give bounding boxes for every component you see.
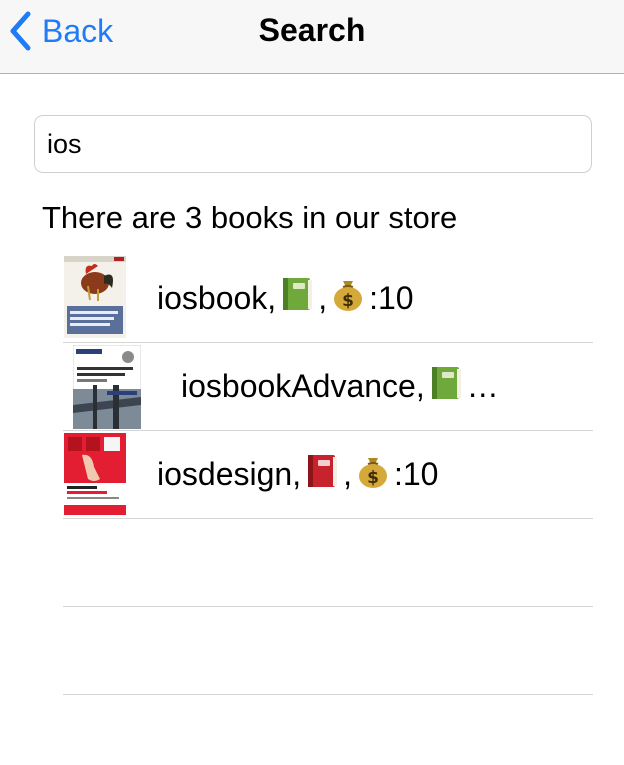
back-button[interactable]: Back (8, 10, 113, 52)
table-row[interactable]: iosdesign, , $ :10 (63, 431, 593, 519)
separator-comma: , (318, 279, 328, 316)
table-row[interactable]: iosbookAdvance, … (63, 343, 593, 431)
table-row[interactable]: iosbook, , $ :10 (63, 254, 593, 343)
price-label: :10 (369, 279, 414, 316)
svg-text:$: $ (367, 468, 379, 488)
book-cover-image (64, 256, 126, 338)
back-label: Back (42, 12, 114, 49)
green-book-icon (280, 276, 314, 320)
svg-text:$: $ (342, 291, 354, 311)
book-cover-image (73, 345, 141, 429)
book-title: iosbookAdvance, (181, 368, 425, 404)
book-cover-image (64, 433, 126, 515)
book-cell-label: iosdesign, , $ :10 (157, 431, 438, 518)
book-title: iosdesign, (157, 456, 302, 492)
green-book-icon (429, 365, 463, 409)
truncation-ellipsis: … (466, 368, 499, 404)
book-cell-label: iosbookAdvance, … (181, 343, 499, 430)
money-bag-icon: $ (331, 276, 365, 320)
book-table: iosbook, , $ :10 iosbookAdvance, … iosde… (63, 254, 593, 695)
search-input[interactable] (34, 115, 592, 173)
price-label: :10 (393, 456, 439, 492)
separator-comma: , (343, 456, 352, 492)
red-book-icon (305, 453, 339, 497)
money-bag-icon: $ (356, 453, 390, 497)
book-title: iosbook, (157, 279, 277, 316)
empty-table-row (63, 607, 593, 695)
chevron-left-icon (8, 11, 32, 51)
navigation-bar: Back Search (0, 0, 624, 74)
empty-table-row (63, 519, 593, 607)
book-cell-label: iosbook, , $ :10 (157, 254, 414, 342)
results-summary: There are 3 books in our store (42, 200, 458, 235)
